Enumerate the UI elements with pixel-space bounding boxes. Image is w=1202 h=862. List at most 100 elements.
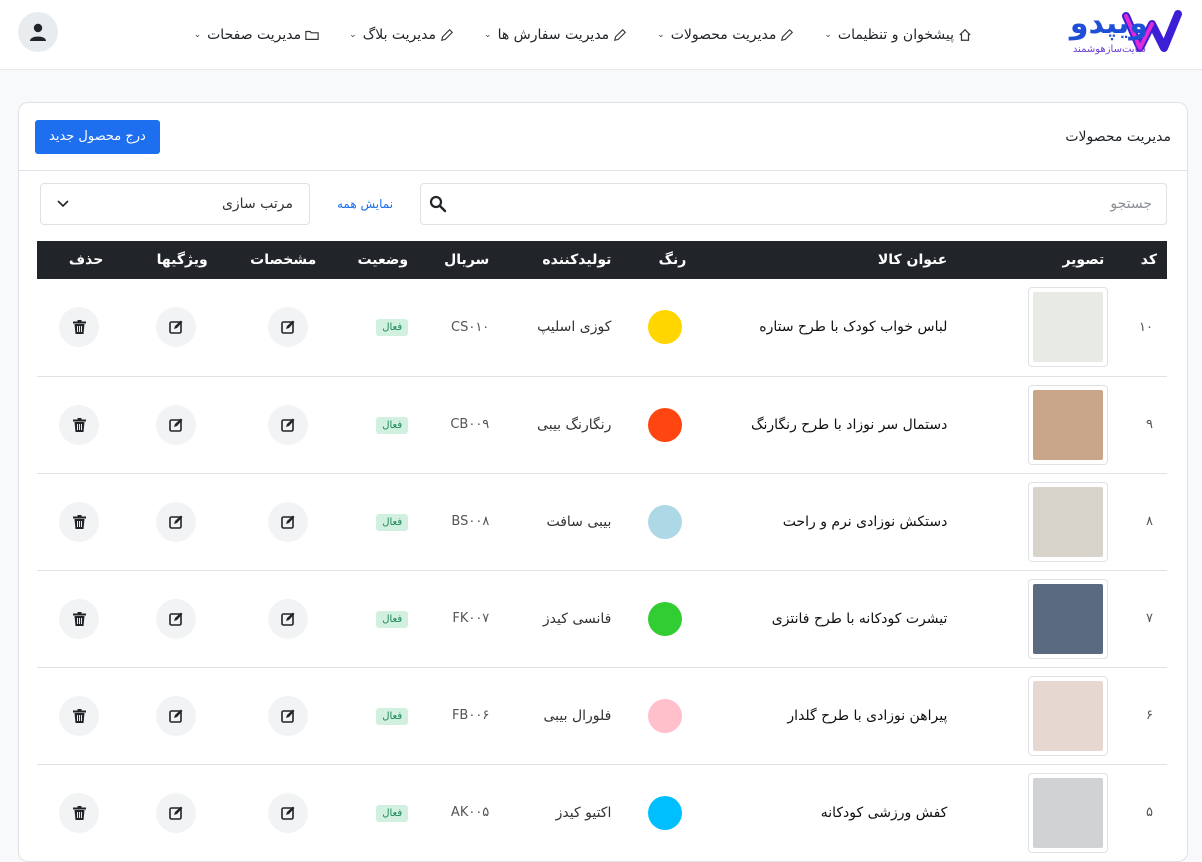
product-title: دستمال سر نوزاد با طرح رنگارنگ xyxy=(750,416,948,433)
delete-button[interactable] xyxy=(59,307,100,348)
nav-pages[interactable]: مدیریت صفحات ⌄ xyxy=(194,27,320,43)
edit-icon xyxy=(168,612,183,626)
edit-attrs-button[interactable] xyxy=(155,695,196,736)
col-color: رنگ xyxy=(658,252,687,268)
table-row: ۶ پیراهن نوزادی با طرح گلدار فلورال بیبی FB… xyxy=(37,667,1167,764)
delete-button[interactable] xyxy=(59,695,100,736)
product-title: تیشرت کودکانه با طرح فانتزی xyxy=(771,610,948,627)
edit-icon xyxy=(281,320,295,335)
chevron-down-icon: ⌄ xyxy=(349,29,357,40)
edit-attrs-button[interactable] xyxy=(155,501,196,542)
product-image-cell xyxy=(1001,376,1118,473)
edit-attrs-button[interactable] xyxy=(155,307,196,348)
search-input[interactable] xyxy=(435,196,1152,212)
delete-button[interactable] xyxy=(59,792,100,833)
pencil-icon xyxy=(440,28,454,41)
products-table: کد تصویر عنوان کالا رنگ تولیدکننده سریال… xyxy=(37,241,1167,862)
status-badge: فعال xyxy=(376,707,409,725)
brand-tagline: سایت‌سازهوشمند xyxy=(1072,43,1146,55)
product-serial: FB۰۰۶ xyxy=(451,708,490,723)
product-image xyxy=(1033,389,1104,460)
product-maker: فانسی کیدز xyxy=(542,610,612,627)
edit-icon xyxy=(168,806,183,820)
attrs-cell xyxy=(133,279,235,376)
product-thumbnail[interactable] xyxy=(1028,384,1109,465)
col-specs: مشخصات xyxy=(250,252,317,268)
edit-attrs-button[interactable] xyxy=(155,792,196,833)
product-image-cell xyxy=(1001,570,1118,667)
product-image-cell xyxy=(1001,279,1118,376)
add-product-button[interactable]: درج محصول جدید xyxy=(35,119,160,154)
product-image-cell xyxy=(1001,764,1118,861)
product-image-cell xyxy=(1001,473,1118,570)
chevron-down-icon: ⌄ xyxy=(484,29,492,40)
edit-attrs-button[interactable] xyxy=(155,598,196,639)
col-code: کد xyxy=(1140,252,1157,268)
edit-icon xyxy=(281,515,295,529)
edit-icon xyxy=(168,515,183,529)
brand-name: ویپدو xyxy=(1069,5,1149,41)
color-swatch xyxy=(648,407,683,442)
edit-specs-button[interactable] xyxy=(268,404,309,445)
product-thumbnail[interactable] xyxy=(1028,578,1109,659)
product-title: پیراهن نوزادی با طرح گلدار xyxy=(787,707,948,724)
product-status-cell: فعال xyxy=(340,473,418,570)
nav-dashboard[interactable]: پیشخوان و تنظیمات ⌄ xyxy=(824,27,972,43)
product-title: لباس خواب کودک با طرح ستاره xyxy=(759,319,948,336)
edit-specs-button[interactable] xyxy=(268,695,309,736)
trash-icon xyxy=(72,611,86,626)
edit-specs-button[interactable] xyxy=(268,307,309,348)
search-box xyxy=(420,183,1167,225)
delete-button[interactable] xyxy=(59,501,100,542)
filter-toolbar: نمایش همه مرتب سازی xyxy=(39,183,1167,225)
pencil-icon xyxy=(614,28,627,41)
chevron-down-icon: ⌄ xyxy=(193,29,202,40)
product-thumbnail[interactable] xyxy=(1028,287,1109,368)
product-image xyxy=(1033,680,1104,751)
nav-label: مدیریت محصولات xyxy=(670,26,777,43)
nav-label: مدیریت صفحات xyxy=(207,26,302,43)
pencil-icon xyxy=(781,28,794,41)
brand-logo[interactable]: ویپدو سایت‌سازهوشمند xyxy=(1012,0,1182,70)
edit-icon xyxy=(168,418,183,432)
show-all-link[interactable]: نمایش همه xyxy=(310,197,420,211)
product-image xyxy=(1033,777,1104,848)
delete-button[interactable] xyxy=(59,404,100,445)
nav-products[interactable]: مدیریت محصولات ⌄ xyxy=(657,27,794,43)
user-icon xyxy=(30,23,46,41)
status-badge: فعال xyxy=(376,804,409,822)
product-serial: FK۰۰۷ xyxy=(452,611,490,626)
trash-icon xyxy=(72,417,86,432)
specs-cell xyxy=(236,570,341,667)
product-code: ۶ xyxy=(1146,708,1153,723)
col-maker: تولیدکننده xyxy=(542,252,612,268)
product-thumbnail[interactable] xyxy=(1028,772,1109,853)
sort-label: مرتب سازی xyxy=(221,196,293,212)
product-status-cell: فعال xyxy=(340,667,418,764)
delete-button[interactable] xyxy=(59,598,100,639)
table-row: ۸ دستکش نوزادی نرم و راحت بیبی سافت BS۰۰۸ فع… xyxy=(37,473,1167,570)
col-delete: حذف xyxy=(68,252,104,268)
product-thumbnail[interactable] xyxy=(1028,481,1109,562)
color-swatch xyxy=(648,795,683,830)
product-image xyxy=(1033,292,1104,363)
nav-orders[interactable]: مدیریت سفارش ها ⌄ xyxy=(484,27,627,43)
product-title: کفش ورزشی کودکانه xyxy=(820,804,948,821)
product-thumbnail[interactable] xyxy=(1028,675,1109,756)
edit-specs-button[interactable] xyxy=(268,501,309,542)
chevron-down-icon xyxy=(57,200,69,208)
nav-blog[interactable]: مدیریت بلاگ ⌄ xyxy=(349,27,454,43)
product-title: دستکش نوزادی نرم و راحت xyxy=(782,513,948,530)
product-image xyxy=(1033,486,1104,557)
card-header: مدیریت محصولات درج محصول جدید xyxy=(19,103,1187,171)
product-color-cell xyxy=(621,376,720,473)
edit-specs-button[interactable] xyxy=(268,598,309,639)
edit-attrs-button[interactable] xyxy=(155,404,196,445)
search-icon[interactable] xyxy=(429,195,447,213)
sort-select[interactable]: مرتب سازی xyxy=(40,183,310,225)
product-maker: کوزی اسلیپ xyxy=(537,319,612,336)
user-avatar[interactable] xyxy=(18,12,58,52)
status-badge: فعال xyxy=(376,416,409,434)
edit-specs-button[interactable] xyxy=(268,792,309,833)
product-maker: اکتیو کیدز xyxy=(555,804,612,821)
